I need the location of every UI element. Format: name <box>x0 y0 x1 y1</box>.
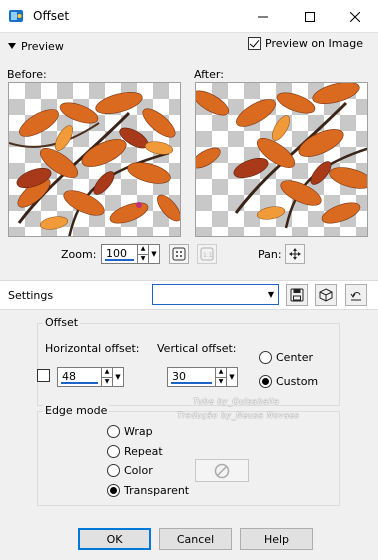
collapse-triangle-icon <box>8 43 16 49</box>
custom-radio[interactable]: Custom <box>259 375 318 388</box>
maximize-icon <box>305 11 315 22</box>
watermark-line1: Tube by_Guisaballa <box>193 397 280 406</box>
preview-on-image-checkbox[interactable]: Preview on Image <box>248 37 363 50</box>
pan-label: Pan: <box>258 248 282 261</box>
radio-on-icon <box>259 375 272 388</box>
leaves-image <box>9 92 180 236</box>
pan-button[interactable] <box>285 244 305 264</box>
checkbox-checked-icon <box>248 37 261 50</box>
vertical-offset-value[interactable]: 30 <box>168 368 215 386</box>
spin-down-icon[interactable]: ▼ <box>216 378 226 387</box>
leaves-offset-image <box>196 83 367 229</box>
horizontal-offset-label: Horizontal offset: <box>45 342 140 355</box>
window-title: Offset <box>33 9 70 23</box>
zoom-label: Zoom: <box>61 248 97 261</box>
help-button[interactable]: Help <box>240 528 313 550</box>
svg-text:1:1: 1:1 <box>203 252 213 259</box>
zoom-value[interactable]: 100 <box>102 245 137 263</box>
zoom-dropdown-arrow[interactable]: ▼ <box>148 245 159 263</box>
zoom-spinbox[interactable]: 100 ▲ ▼ ▼ <box>101 244 160 264</box>
chevron-down-icon[interactable]: ▼ <box>264 285 278 304</box>
preset-manager-button[interactable] <box>315 284 337 306</box>
preview-on-image-label: Preview on Image <box>265 37 363 50</box>
horizontal-dropdown-arrow[interactable]: ▼ <box>112 368 123 386</box>
minimize-icon <box>258 16 268 17</box>
offset-group-label: Offset <box>43 316 81 329</box>
horizontal-offset-value[interactable]: 48 <box>58 368 101 386</box>
horizontal-offset-spinbox[interactable]: 48 ▲ ▼ ▼ <box>57 367 124 387</box>
after-preview-image[interactable] <box>195 82 368 237</box>
spin-down-icon[interactable]: ▼ <box>102 378 112 387</box>
edge-repeat-radio[interactable]: Repeat <box>107 445 163 458</box>
vertical-offset-spinbox[interactable]: 30 ▲ ▼ ▼ <box>167 367 238 387</box>
cancel-button[interactable]: Cancel <box>159 528 232 550</box>
edge-color-radio[interactable]: Color <box>107 464 153 477</box>
radio-off-icon <box>107 445 120 458</box>
no-color-icon <box>214 463 230 478</box>
offset-group <box>37 323 340 406</box>
center-label: Center <box>276 351 314 364</box>
horizontal-spin-arrows[interactable]: ▲ ▼ <box>101 368 112 386</box>
settings-label: Settings <box>8 289 54 302</box>
title-bar: Offset <box>0 0 378 33</box>
center-radio[interactable]: Center <box>259 351 313 364</box>
save-preset-icon <box>290 288 304 302</box>
close-button[interactable] <box>332 0 378 33</box>
edge-color-label: Color <box>124 464 153 477</box>
spin-up-icon[interactable]: ▲ <box>138 245 148 255</box>
pan-move-icon <box>289 248 301 260</box>
zoom-fit-button[interactable] <box>169 244 189 264</box>
custom-label: Custom <box>276 375 319 388</box>
app-icon <box>9 10 23 22</box>
spin-up-icon[interactable]: ▲ <box>102 368 112 378</box>
radio-off-icon <box>107 425 120 438</box>
radio-on-icon <box>107 484 120 497</box>
preset-combobox[interactable]: ▼ <box>152 284 279 305</box>
edge-color-swatch[interactable] <box>195 459 249 482</box>
edge-transparent-radio[interactable]: Transparent <box>107 484 189 497</box>
edge-repeat-label: Repeat <box>124 445 163 458</box>
minimize-button[interactable] <box>240 0 286 33</box>
edge-wrap-radio[interactable]: Wrap <box>107 425 153 438</box>
edge-transparent-label: Transparent <box>124 484 190 497</box>
vertical-dropdown-arrow[interactable]: ▼ <box>226 368 237 386</box>
reset-icon <box>350 292 361 301</box>
zoom-actual-icon: 1:1 <box>200 247 214 261</box>
radio-off-icon <box>259 351 272 364</box>
save-preset-button[interactable] <box>286 284 308 306</box>
zoom-actual-size-button[interactable]: 1:1 <box>197 244 217 264</box>
maximize-button[interactable] <box>287 0 333 33</box>
spin-up-icon[interactable]: ▲ <box>216 368 226 378</box>
link-offset-checkbox[interactable] <box>37 369 50 382</box>
zoom-fit-icon <box>172 247 186 261</box>
edge-wrap-label: Wrap <box>124 425 153 438</box>
before-label: Before: <box>7 68 47 81</box>
reset-button[interactable] <box>345 284 367 306</box>
vertical-spin-arrows[interactable]: ▲ ▼ <box>215 368 226 386</box>
close-icon <box>350 11 360 22</box>
ok-button[interactable]: OK <box>78 528 151 550</box>
after-label: After: <box>194 68 224 81</box>
preset-3d-icon <box>319 288 333 302</box>
preview-label: Preview <box>21 39 64 53</box>
spin-down-icon[interactable]: ▼ <box>138 255 148 264</box>
zoom-spin-arrows[interactable]: ▲ ▼ <box>137 245 148 263</box>
before-preview-image[interactable] <box>8 82 181 237</box>
radio-off-icon <box>107 464 120 477</box>
vertical-offset-label: Vertical offset: <box>157 342 237 355</box>
watermark-line2: Tradução by_Neusa Novaes <box>177 411 300 420</box>
preview-toggle[interactable]: Preview <box>8 38 64 54</box>
edge-mode-group-label: Edge mode <box>43 404 110 417</box>
